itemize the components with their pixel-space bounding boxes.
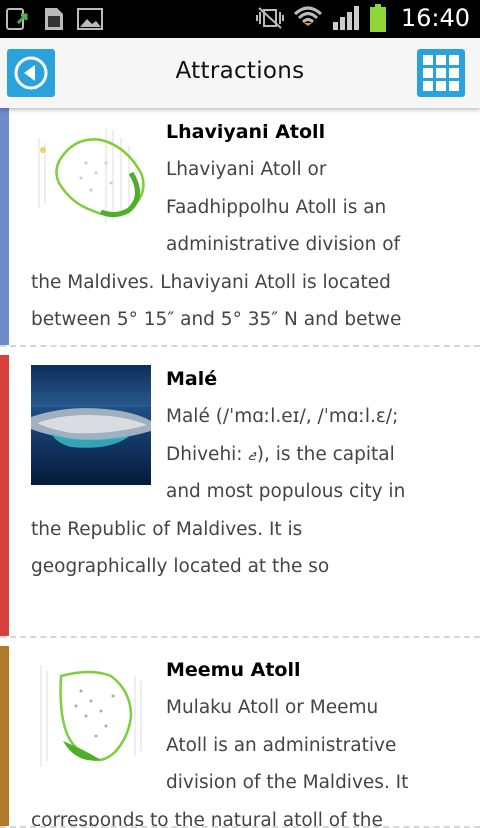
image-icon [77,8,103,30]
clock: 16:40 [400,4,470,32]
status-bar: 16:40 [0,0,480,38]
list-item[interactable]: Meemu Atoll Mulaku Atoll or Meemu Atoll … [0,646,480,828]
notification-icons [4,5,104,33]
thumbnail-atoll-map [31,118,151,238]
sd-card-icon [45,8,63,30]
thumbnail-aerial-photo [31,365,151,485]
grid-view-button[interactable] [417,49,465,97]
sync-icon [6,8,28,30]
action-bar: Attractions [0,38,480,108]
list-item[interactable]: Lhaviyani Atoll Lhaviyani Atoll or Faadh… [0,108,480,347]
list-item[interactable]: Malé Malé (/ˈmɑːl.eɪ/, /ˈmɑːl.ɛ/; Dhiveh… [0,355,480,638]
page-title: Attractions [175,58,305,84]
thumbnail-atoll-map [31,656,151,776]
item-accent-bar [0,355,9,636]
system-icons: 16:40 [255,3,470,33]
item-accent-bar [0,646,9,826]
grid-icon [423,55,459,91]
attractions-list[interactable]: Lhaviyani Atoll Lhaviyani Atoll or Faadh… [0,108,480,828]
vibrate-icon [255,7,284,29]
battery-icon [369,4,386,32]
item-accent-bar [0,108,9,345]
wifi-icon [293,6,322,26]
signal-icon [332,6,359,30]
